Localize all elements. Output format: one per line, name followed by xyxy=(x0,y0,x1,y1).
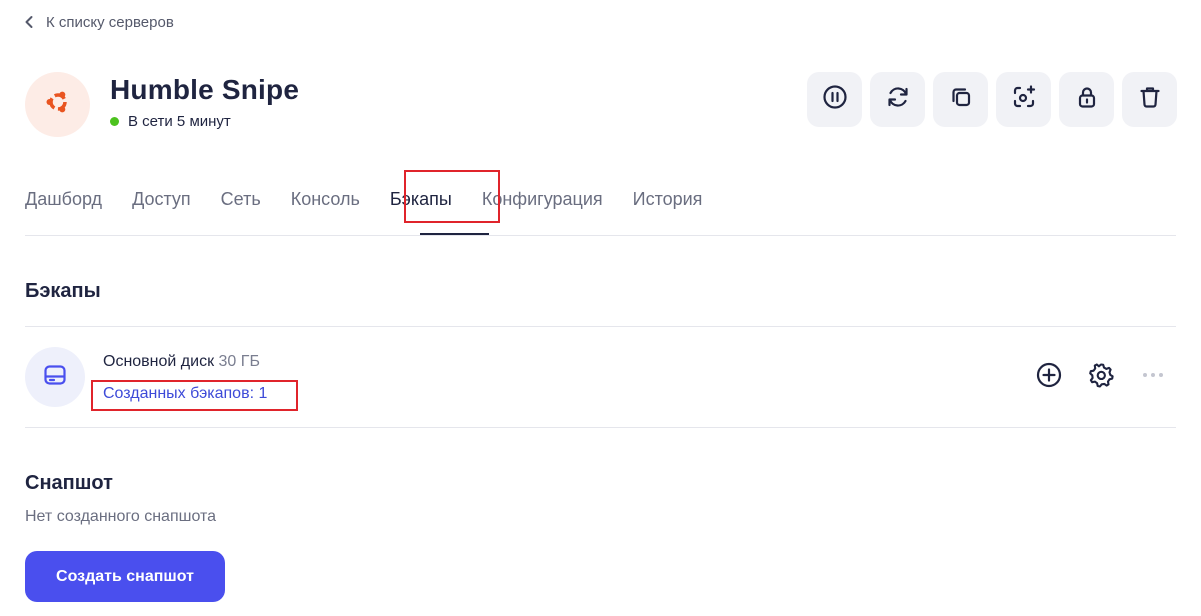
backups-title: Бэкапы xyxy=(25,280,101,302)
reboot-icon xyxy=(885,84,911,115)
add-icon xyxy=(1035,361,1063,394)
tab-console[interactable]: Консоль xyxy=(291,182,360,216)
pause-button[interactable] xyxy=(807,72,862,127)
backups-bottom-divider xyxy=(25,427,1176,428)
tab-dashboard[interactable]: Дашборд xyxy=(25,182,102,216)
tabs-divider xyxy=(25,235,1176,236)
disk-icon xyxy=(41,361,69,394)
clone-button[interactable] xyxy=(933,72,988,127)
backup-settings-button[interactable] xyxy=(1087,361,1115,394)
delete-button[interactable] xyxy=(1122,72,1177,127)
os-avatar xyxy=(25,72,90,137)
add-backup-button[interactable] xyxy=(1035,361,1063,394)
tab-backups[interactable]: Бэкапы xyxy=(390,182,452,216)
settings-icon xyxy=(1087,361,1115,394)
snapshot-title: Снапшот xyxy=(25,472,113,494)
back-link-label: К списку серверов xyxy=(46,13,174,31)
status-online-dot xyxy=(110,117,119,126)
more-options-button[interactable] xyxy=(1139,363,1167,391)
tab-access[interactable]: Доступ xyxy=(132,182,191,216)
server-actions xyxy=(807,72,1177,127)
lock-button[interactable] xyxy=(1059,72,1114,127)
chevron-left-icon xyxy=(24,15,34,29)
backups-top-divider xyxy=(25,326,1176,327)
back-to-servers-link[interactable]: К списку серверов xyxy=(24,10,174,34)
ubuntu-logo-icon xyxy=(44,88,72,121)
screenshot-icon xyxy=(1011,84,1037,115)
snapshot-empty-text: Нет созданного снапшота xyxy=(25,508,217,525)
screenshot-button[interactable] xyxy=(996,72,1051,127)
server-status: В сети 5 минут xyxy=(110,113,231,130)
pause-icon xyxy=(822,84,848,115)
tab-configuration[interactable]: Конфигурация xyxy=(482,182,603,216)
tab-network[interactable]: Сеть xyxy=(221,182,261,216)
lock-icon xyxy=(1074,84,1100,115)
backups-count-link[interactable]: Созданных бэкапов: 1 xyxy=(103,385,267,403)
server-name: Humble Snipe xyxy=(110,74,300,105)
clone-icon xyxy=(948,84,974,115)
create-snapshot-button[interactable]: Создать снапшот xyxy=(25,551,225,602)
tab-history[interactable]: История xyxy=(633,182,703,216)
disk-avatar xyxy=(25,347,85,407)
trash-icon xyxy=(1137,84,1163,115)
server-backups-page: К списку серверов Humble Snipe В сети 5 … xyxy=(0,0,1201,616)
server-tabs: Дашборд Доступ Сеть Консоль Бэкапы Конфи… xyxy=(25,182,732,216)
disk-name-label: Основной диск xyxy=(103,353,215,370)
more-icon xyxy=(1139,361,1167,394)
disk-actions xyxy=(1035,361,1167,394)
server-status-text: В сети 5 минут xyxy=(128,113,231,130)
reboot-button[interactable] xyxy=(870,72,925,127)
disk-name: Основной диск 30 ГБ xyxy=(103,353,260,371)
disk-size: 30 ГБ xyxy=(218,353,260,370)
